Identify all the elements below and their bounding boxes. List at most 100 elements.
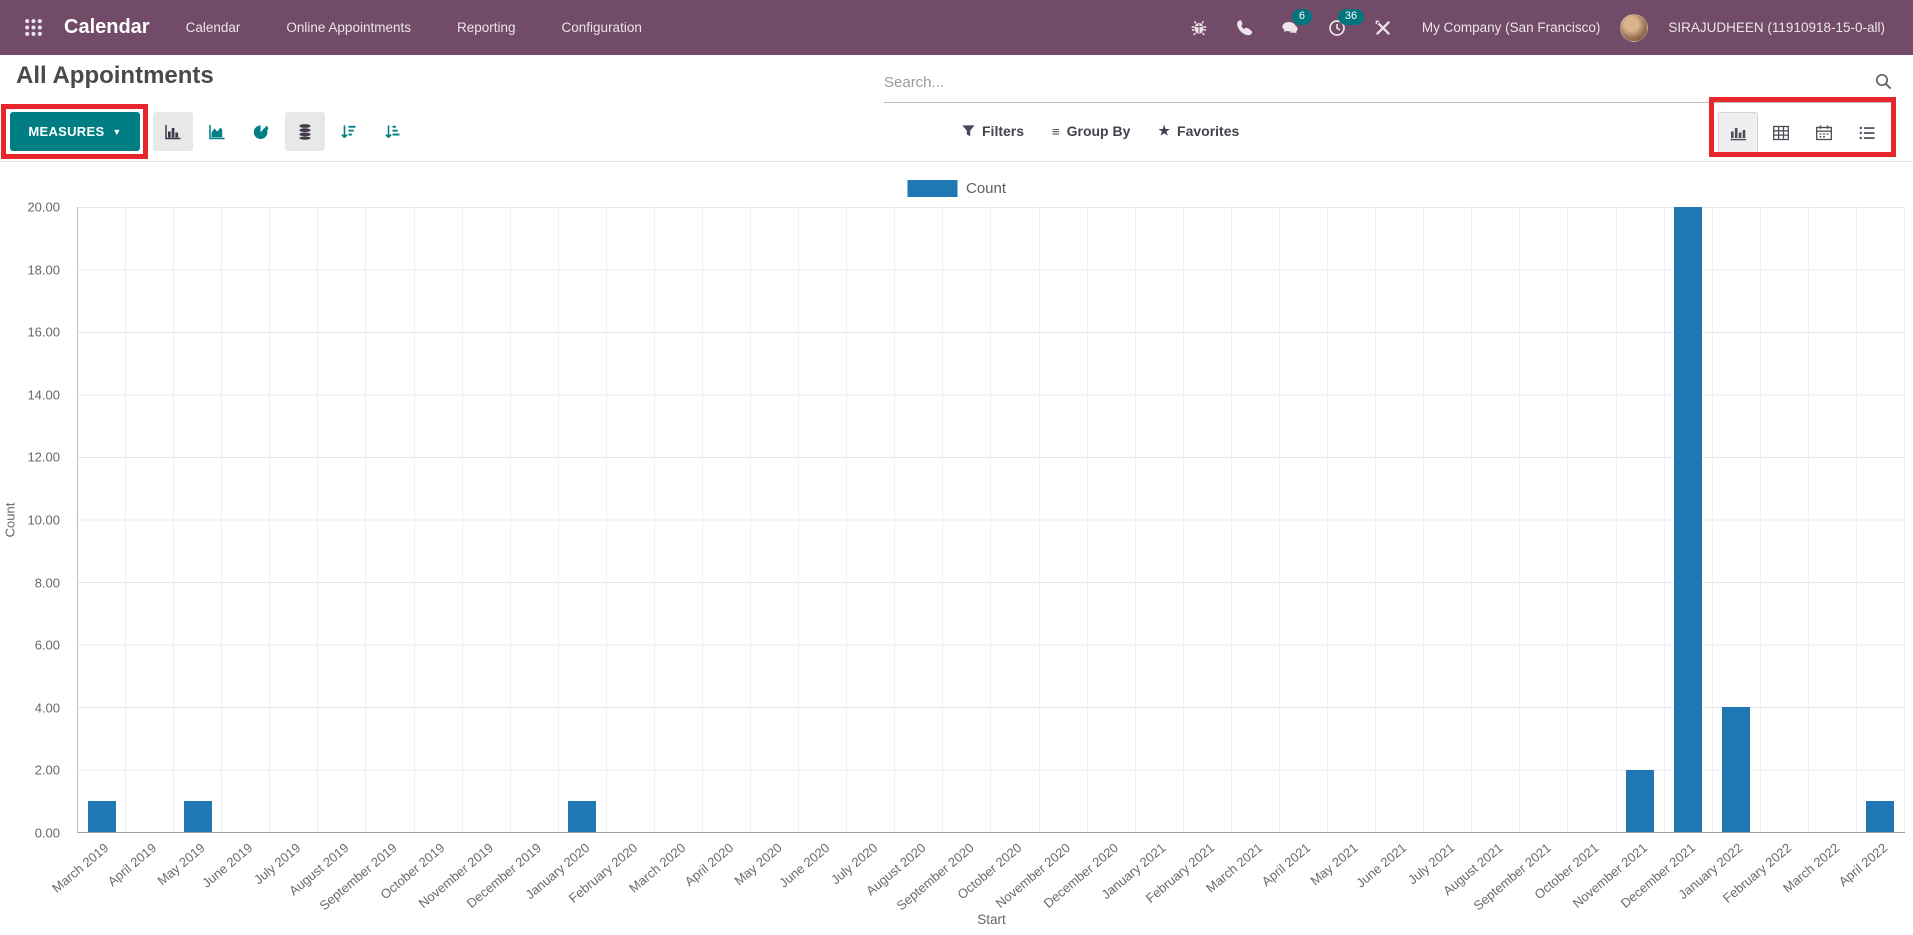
chart-category-cell: September 2021 — [1520, 207, 1568, 832]
graph-view-icon — [1728, 123, 1748, 143]
user-avatar[interactable] — [1620, 14, 1648, 42]
view-switcher — [1718, 112, 1887, 154]
favorites-menu-label: Favorites — [1177, 123, 1239, 139]
chart-category-cell: November 2020 — [1040, 207, 1088, 832]
chart-category-cell: December 2020 — [1088, 207, 1136, 832]
y-axis-tick-label: 10.00 — [27, 513, 60, 528]
chart-category-cell: October 2020 — [991, 207, 1039, 832]
search-input[interactable] — [884, 63, 1895, 102]
graph-view-button[interactable] — [1718, 112, 1758, 154]
sort-desc-icon — [339, 122, 359, 142]
group-by-menu[interactable]: ≡ Group By — [1052, 123, 1130, 139]
filter-funnel-icon — [962, 125, 975, 137]
page-title: All Appointments — [16, 62, 214, 90]
chart-plot: Start March 2019April 2019May 2019June 2… — [77, 207, 1905, 833]
chart-bar[interactable] — [184, 801, 212, 832]
pie-chart-mode-button[interactable] — [241, 112, 281, 151]
pivot-view-button[interactable] — [1761, 112, 1801, 154]
x-axis-title: Start — [977, 912, 1006, 927]
chart-bar[interactable] — [1866, 801, 1894, 832]
chart-category-cell: September 2020 — [943, 207, 991, 832]
sort-descending-button[interactable] — [329, 112, 369, 151]
chart-category-cell: April 2020 — [703, 207, 751, 832]
phone-icon[interactable] — [1226, 9, 1264, 47]
sort-asc-icon — [383, 122, 403, 142]
filters-menu[interactable]: Filters — [962, 123, 1024, 139]
x-axis-tick-label: June 2019 — [199, 840, 255, 891]
y-axis-tick-label: 18.00 — [27, 262, 60, 277]
chart-mode-toolbar — [153, 112, 413, 151]
activities-clock-icon[interactable]: 36 — [1318, 9, 1356, 47]
search-bar — [884, 63, 1895, 103]
magnifier-glyph — [1874, 72, 1893, 91]
menu-online-appointments[interactable]: Online Appointments — [284, 14, 413, 41]
measures-button[interactable]: MEASURES ▼ — [10, 112, 140, 151]
sort-ascending-button[interactable] — [373, 112, 413, 151]
chart-bar[interactable] — [568, 801, 596, 832]
y-axis-tick-label: 12.00 — [27, 450, 60, 465]
chart-category-cell: July 2020 — [847, 207, 895, 832]
main-menu: Calendar Online Appointments Reporting C… — [184, 14, 644, 41]
menu-calendar[interactable]: Calendar — [184, 14, 243, 41]
y-axis-tick-label: 20.00 — [27, 200, 60, 215]
chart-bar[interactable] — [1626, 770, 1654, 833]
phone-glyph — [1236, 19, 1254, 37]
app-brand-title[interactable]: Calendar — [64, 16, 150, 39]
chart-category-cell: August 2020 — [895, 207, 943, 832]
stacked-database-icon — [295, 122, 315, 142]
chart-category-cell: January 2021 — [1136, 207, 1184, 832]
x-axis-tick-label: May 2021 — [1308, 840, 1361, 888]
y-axis-tick-label: 14.00 — [27, 387, 60, 402]
y-axis-tick-label: 8.00 — [35, 575, 60, 590]
chart-category-cell: April 2022 — [1857, 207, 1905, 832]
chart-category-cell: May 2020 — [751, 207, 799, 832]
chart-category-cell: November 2019 — [463, 207, 511, 832]
chart-bar[interactable] — [88, 801, 116, 832]
calendar-view-button[interactable] — [1804, 112, 1844, 154]
chart-category-cell: March 2020 — [655, 207, 703, 832]
chart-category-cell: May 2019 — [174, 207, 222, 832]
debug-bug-icon[interactable] — [1180, 9, 1218, 47]
filters-menu-label: Filters — [982, 123, 1024, 139]
y-axis-tick-label: 2.00 — [35, 763, 60, 778]
menu-reporting[interactable]: Reporting — [455, 14, 518, 41]
chart-category-cell: June 2021 — [1376, 207, 1424, 832]
caret-down-icon: ▼ — [112, 127, 121, 137]
measures-button-label: MEASURES — [28, 124, 104, 139]
topbar-right-cluster: 6 36 My Company (San Francisco) — [1180, 9, 1897, 47]
x-axis-tick-label: June 2020 — [776, 840, 832, 891]
x-axis-tick-label: March 2019 — [49, 840, 111, 896]
activities-count-badge: 36 — [1338, 9, 1364, 25]
tools-icon[interactable] — [1364, 9, 1402, 47]
list-view-button[interactable] — [1847, 112, 1887, 154]
list-view-icon — [1857, 123, 1877, 143]
search-icon[interactable] — [1874, 72, 1893, 96]
chart-category-cell: October 2019 — [415, 207, 463, 832]
messages-icon[interactable]: 6 — [1272, 9, 1310, 47]
chart-category-cell: April 2021 — [1280, 207, 1328, 832]
line-chart-mode-button[interactable] — [197, 112, 237, 151]
chart-bar[interactable] — [1722, 707, 1750, 832]
y-axis-tick-label: 6.00 — [35, 638, 60, 653]
stacked-toggle-button[interactable] — [285, 112, 325, 151]
odoo-calendar-report-page: Calendar Calendar Online Appointments Re… — [0, 0, 1913, 935]
apps-grid-icon[interactable] — [16, 11, 50, 45]
company-switcher[interactable]: My Company (San Francisco) — [1410, 20, 1613, 35]
menu-configuration[interactable]: Configuration — [560, 14, 644, 41]
pie-chart-icon — [251, 122, 271, 142]
favorites-star-icon: ★ — [1158, 123, 1170, 139]
group-by-menu-label: Group By — [1067, 123, 1131, 139]
chart-category-cell: August 2021 — [1472, 207, 1520, 832]
pivot-view-icon — [1771, 123, 1791, 143]
chart-bar[interactable] — [1674, 207, 1702, 832]
bar-chart-icon — [163, 122, 183, 142]
favorites-menu[interactable]: ★ Favorites — [1158, 123, 1239, 139]
y-axis-tick-label: 4.00 — [35, 700, 60, 715]
x-axis-tick-label: May 2019 — [154, 840, 207, 888]
chart-legend-item[interactable]: Count — [907, 180, 1006, 197]
bar-chart-mode-button[interactable] — [153, 112, 193, 151]
chart-category-cell: May 2021 — [1328, 207, 1376, 832]
user-menu[interactable]: SIRAJUDHEEN (11910918-15-0-all) — [1656, 20, 1897, 35]
chart-category-cell: June 2020 — [799, 207, 847, 832]
chart-category-cell: October 2021 — [1568, 207, 1616, 832]
